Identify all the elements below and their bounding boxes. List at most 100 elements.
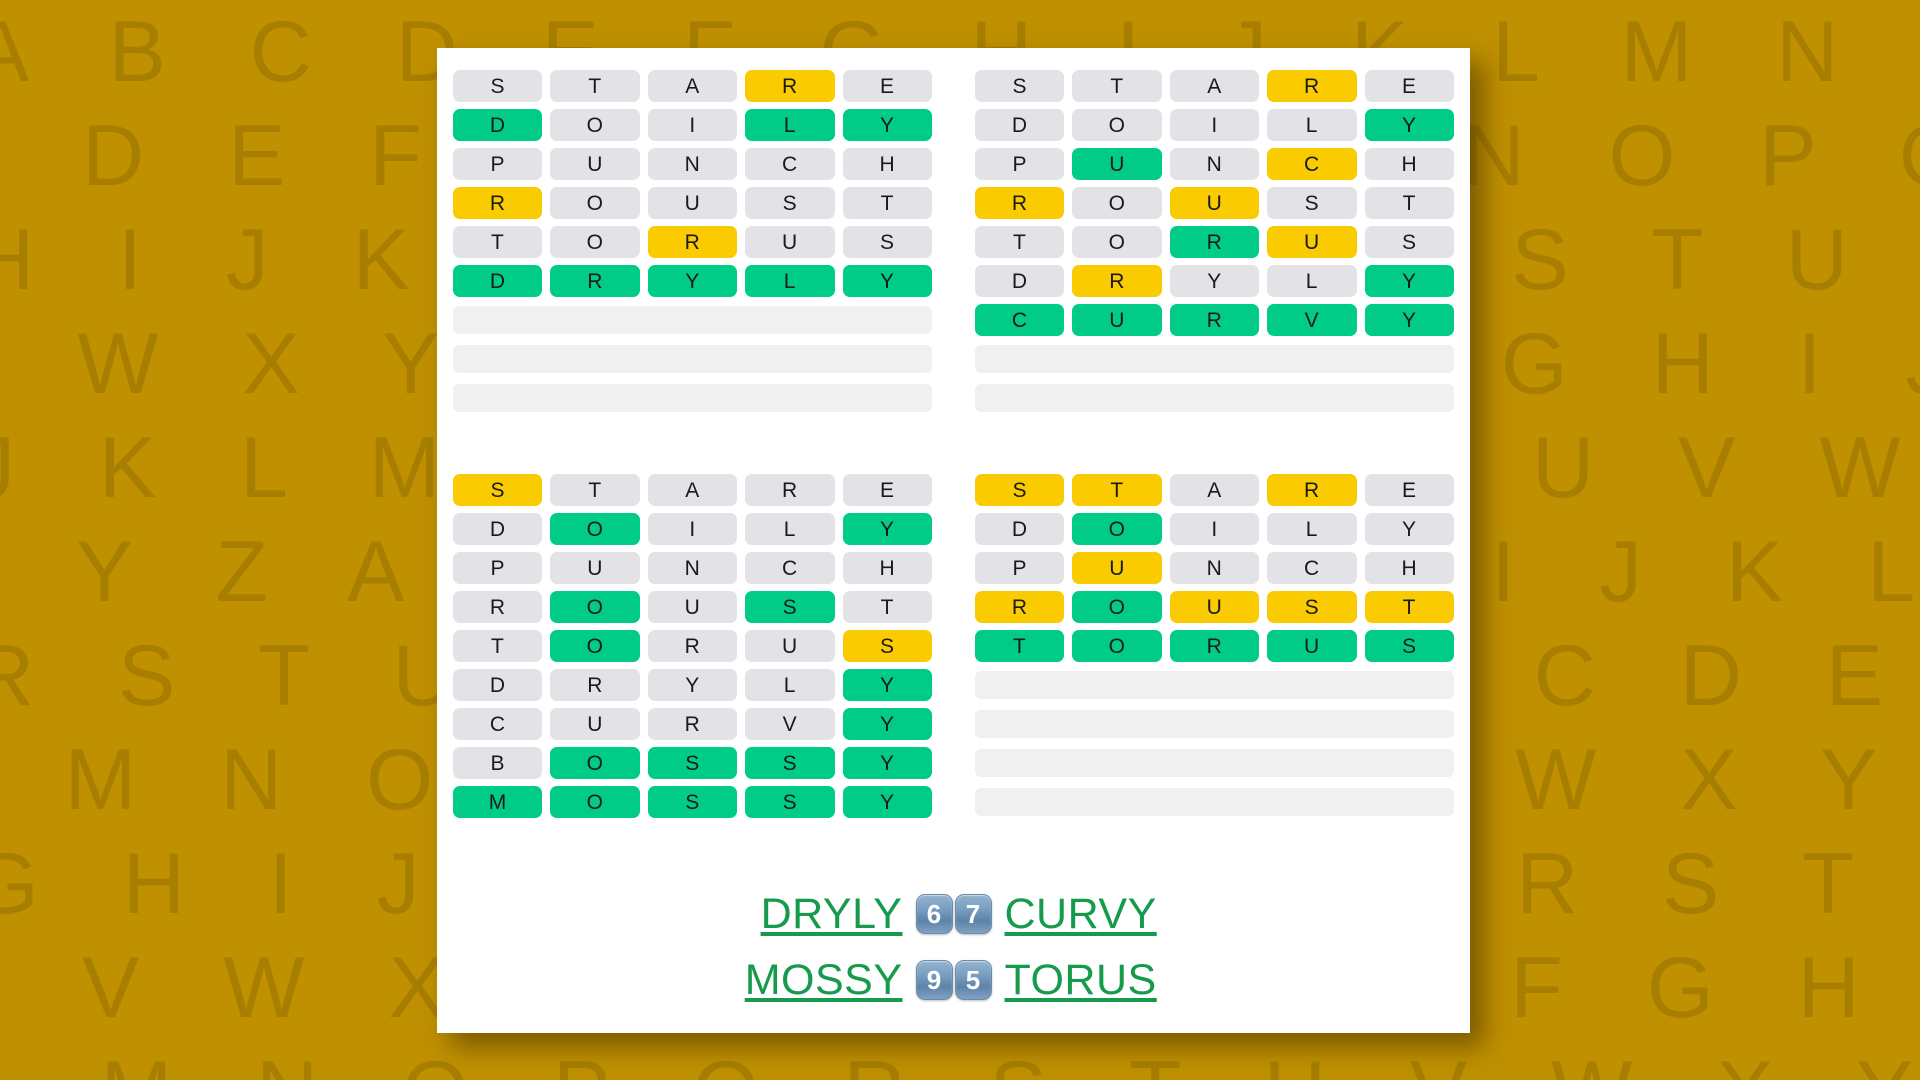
letter-tile-absent: T (550, 474, 640, 506)
letter-tile-absent: L (1267, 513, 1357, 545)
letter-tile-correct: Y (1364, 304, 1454, 336)
letter-tile-absent: P (453, 552, 543, 584)
letter-tile-absent: U (745, 630, 835, 662)
letter-tile-absent: H (842, 552, 932, 584)
letter-tile-correct: Y (842, 513, 932, 545)
letter-tile-absent: U (550, 708, 640, 740)
guess-row: DRYLY (453, 669, 932, 701)
answer-word-link[interactable]: CURVY (1005, 890, 1235, 939)
guess-count-badge: 9 (915, 960, 953, 1000)
letter-tile-correct: V (1267, 304, 1357, 336)
letter-tile-absent: O (550, 226, 640, 258)
letter-tile-present: S (842, 630, 932, 662)
answers-footer: DRYLY 6 7 CURVY MOSSY 9 5 TORUS (437, 883, 1470, 1011)
guess-row: ROUST (453, 591, 932, 623)
guess-row: TORUS (453, 226, 932, 258)
letter-tile-correct: R (1169, 630, 1260, 662)
letter-tile-correct: M (453, 786, 543, 818)
guess-count-badge: 5 (954, 960, 992, 1000)
letter-tile-present: C (1267, 148, 1357, 180)
letter-tile-correct: Y (647, 265, 738, 297)
guess-row: DOILY (453, 513, 932, 545)
letter-tile-absent: R (745, 474, 835, 506)
letter-tile-absent: D (453, 669, 543, 701)
letter-tile-absent: L (745, 669, 835, 701)
letter-tile-correct: C (975, 304, 1065, 336)
grid-bottom-right: STAREDOILYPUNCHROUSTTORUS (975, 474, 1454, 818)
letter-tile-absent: D (453, 513, 543, 545)
letter-tile-absent: E (842, 474, 932, 506)
letter-tile-absent: H (1364, 148, 1454, 180)
letter-tile-absent: A (1169, 474, 1260, 506)
guess-count-badge: 6 (915, 894, 953, 934)
letter-tile-present: U (1169, 591, 1260, 623)
letter-tile-absent: S (1267, 187, 1357, 219)
letter-tile-present: U (1267, 226, 1357, 258)
letter-tile-absent: I (647, 109, 738, 141)
answer-word-link[interactable]: DRYLY (673, 890, 903, 939)
letter-tile-present: R (975, 591, 1065, 623)
guess-row-empty (975, 671, 1454, 699)
guess-row: CURVY (453, 708, 932, 740)
letter-tile-correct: O (550, 513, 640, 545)
letter-tile-absent: E (842, 70, 932, 102)
letter-tile-absent: D (975, 513, 1065, 545)
guess-row-empty (975, 345, 1454, 373)
letter-tile-absent: U (550, 552, 640, 584)
letter-tile-correct: L (745, 109, 835, 141)
letter-tile-correct: R (1169, 304, 1260, 336)
letter-tile-absent: E (1364, 70, 1454, 102)
guess-row: ROUST (975, 187, 1454, 219)
letter-tile-absent: D (975, 265, 1065, 297)
letter-tile-absent: T (453, 226, 543, 258)
letter-tile-correct: R (550, 265, 640, 297)
letter-tile-absent: T (842, 591, 932, 623)
guess-row-empty (453, 345, 932, 373)
letter-tile-absent: N (1169, 552, 1260, 584)
answer-word-link[interactable]: TORUS (1005, 956, 1235, 1005)
letter-tile-correct: S (647, 786, 738, 818)
guess-row: DOILY (975, 109, 1454, 141)
letter-tile-present: R (1072, 265, 1162, 297)
quordle-result-card: STAREDOILYPUNCHROUSTTORUSDRYLYSTAREDOILY… (437, 48, 1470, 1033)
letter-tile-absent: O (550, 187, 640, 219)
letter-tile-absent: A (647, 474, 738, 506)
guess-row: STARE (453, 70, 932, 102)
guess-row: TORUS (975, 630, 1454, 662)
letter-tile-correct: Y (1364, 109, 1454, 141)
guess-row: TORUS (453, 630, 932, 662)
letter-tile-absent: U (647, 187, 738, 219)
letter-tile-absent: O (1072, 109, 1162, 141)
letter-tile-present: R (1267, 474, 1357, 506)
letter-tile-correct: R (1169, 226, 1260, 258)
background-alphabet-row: L M N O P Q R S T U V W X Y Z A B C D E … (0, 1040, 1920, 1080)
letter-tile-absent: O (1072, 226, 1162, 258)
letter-tile-correct: T (975, 630, 1065, 662)
letter-tile-present: R (745, 70, 835, 102)
letter-tile-correct: Y (842, 786, 932, 818)
answer-word-link[interactable]: MOSSY (673, 956, 903, 1005)
guess-row: PUNCH (453, 148, 932, 180)
letter-tile-absent: C (453, 708, 543, 740)
guess-row: ROUST (453, 187, 932, 219)
letter-tile-absent: U (745, 226, 835, 258)
guess-count-badges: 67 (915, 894, 992, 934)
letter-tile-absent: R (453, 591, 543, 623)
letter-tile-absent: D (975, 109, 1065, 141)
letter-tile-absent: N (647, 552, 738, 584)
letter-tile-correct: S (1364, 630, 1454, 662)
letter-tile-correct: L (745, 265, 835, 297)
guess-row: DOILY (453, 109, 932, 141)
letter-tile-absent: R (647, 708, 738, 740)
guess-row: MOSSY (453, 786, 932, 818)
letter-tile-absent: T (1364, 187, 1454, 219)
letter-tile-absent: N (647, 148, 738, 180)
letter-tile-correct: O (550, 630, 640, 662)
guess-row-empty (453, 384, 932, 412)
letter-tile-present: S (975, 474, 1065, 506)
letter-tile-absent: Y (1169, 265, 1260, 297)
letter-tile-correct: O (550, 786, 640, 818)
letter-tile-absent: S (1364, 226, 1454, 258)
letter-tile-correct: O (550, 747, 640, 779)
letter-tile-absent: T (550, 70, 640, 102)
